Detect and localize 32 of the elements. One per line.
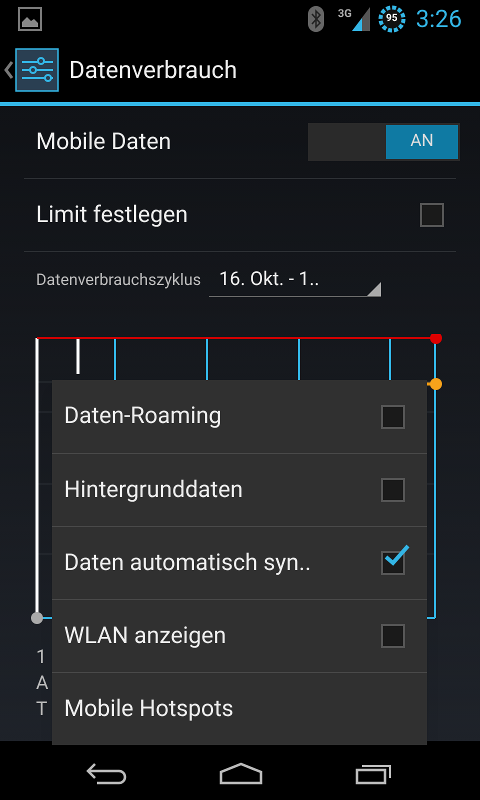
usage-info-text: T: [36, 696, 48, 722]
checkbox[interactable]: [381, 478, 405, 502]
usage-info-text: A: [36, 670, 50, 696]
checkbox[interactable]: [420, 203, 444, 227]
menu-item[interactable]: Hintergrunddaten: [52, 453, 427, 526]
back-button[interactable]: [84, 760, 129, 784]
toggle-thumb-label: AN: [386, 125, 458, 159]
toggle-switch[interactable]: AN: [308, 123, 460, 161]
back-caret-icon: [4, 60, 14, 80]
usage-info-text: 1: [36, 644, 48, 670]
menu-item[interactable]: WLAN anzeigen: [52, 599, 427, 672]
network-label: 3G: [338, 6, 352, 22]
spinner-corner-icon: [366, 282, 381, 296]
battery-ring-icon: [378, 5, 406, 33]
sliders-icon: [15, 48, 59, 92]
menu-item[interactable]: Mobile Hotspots: [52, 672, 427, 745]
checkbox[interactable]: [381, 404, 405, 428]
cycle-label: Datenverbrauchszyklus: [36, 269, 201, 291]
signal-icon: [352, 7, 370, 31]
bluetooth-icon: [308, 6, 324, 32]
cycle-spinner[interactable]: 16. Okt. - 1..: [208, 263, 381, 297]
menu-item[interactable]: Daten-Roaming: [52, 380, 427, 453]
checkbox[interactable]: [381, 624, 405, 648]
screen-title: Datenverbrauch: [69, 55, 238, 86]
menu-item[interactable]: Daten automatisch syn..: [52, 526, 427, 599]
battery-level: 95: [384, 13, 398, 25]
setting-label: Mobile Daten: [36, 126, 172, 157]
setting-label: Limit festlegen: [36, 200, 189, 230]
clock: 3:26: [416, 4, 462, 35]
home-button[interactable]: [218, 760, 264, 784]
image-icon: [18, 7, 42, 31]
cycle-start-handle[interactable]: [31, 338, 43, 624]
